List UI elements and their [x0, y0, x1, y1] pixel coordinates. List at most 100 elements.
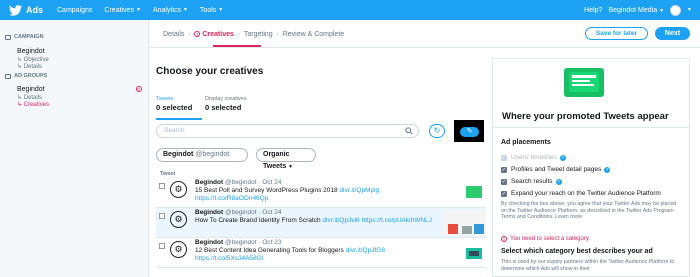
search-icon [405, 127, 413, 135]
menu-analytics[interactable]: Analytics ▼ [153, 7, 188, 14]
help-icon[interactable]: ? [559, 154, 566, 161]
new-tweet-button[interactable]: ✎ [454, 120, 484, 142]
folder-icon [5, 73, 11, 79]
check-icon: ✓ [501, 190, 507, 197]
row-checkbox[interactable] [159, 183, 165, 189]
next-button[interactable]: Next [655, 27, 690, 40]
tweet-text: 15 Best Poll and Survey WordPress Plugin… [195, 187, 338, 194]
tweet-thumbnail [444, 240, 486, 266]
tweet-text: 12 Best Content Idea Generating Tools fo… [195, 247, 344, 254]
sidebar-campaign-name[interactable]: Begindot [17, 48, 45, 55]
adgroups-section-header: AD GROUPS [5, 73, 47, 79]
avatar[interactable] [670, 4, 682, 16]
tweet-link[interactable]: https://t.co/5Xs34A58GI [195, 255, 440, 262]
sidebar-item-adgroup-details[interactable]: ↳ Details [17, 94, 42, 101]
placements-panel: Where your promoted Tweets appear Ad pla… [492, 58, 690, 277]
option-users-timelines: ✓ Users' timelines? [501, 154, 566, 161]
warning-icon: ! [194, 31, 201, 37]
tweet-link[interactable]: dlvr.it/QpJfG8 [346, 247, 385, 254]
tweet-thumbnail [444, 180, 486, 206]
save-for-later-button[interactable]: Save for later [585, 27, 648, 40]
chevron-right-icon: › [276, 31, 279, 38]
avatar: ⚙ [170, 181, 187, 198]
tweet-list: ⚙ Begindot @begindot · Oct 24 15 Best Po… [156, 178, 486, 268]
menu-campaigns[interactable]: Campaigns [57, 7, 92, 14]
top-bar: Ads Campaigns Creatives ▼ Analytics ▼ Tool… [0, 0, 700, 20]
option-search-results[interactable]: ✓ Search results? [501, 178, 562, 185]
help-icon[interactable]: ? [555, 178, 562, 185]
avatar: ⚙ [170, 241, 187, 258]
column-header-tweet: Tweet [160, 171, 176, 177]
sidebar-item-objective[interactable]: ↳ Objective [17, 56, 49, 63]
table-row[interactable]: ⚙ Begindot @begindot · Oct 24 15 Best Po… [156, 178, 486, 208]
step-targeting[interactable]: Targeting [244, 31, 273, 38]
help-link[interactable]: Help? [584, 7, 602, 14]
refresh-icon: ↻ [433, 126, 441, 135]
placement-disclaimer: By checking the box above, you agree tha… [501, 201, 677, 220]
sidebar: CAMPAIGN Begindot ↳ Objective ↳ Details … [0, 20, 149, 277]
check-icon: ✓ [501, 154, 507, 161]
tweet-link[interactable]: dlvr.it/QpMplg [339, 187, 379, 194]
tweet-author: Begindot [195, 179, 224, 186]
account-menu[interactable]: Begindot Media ▼ [608, 7, 664, 14]
option-audience-platform[interactable]: ✓ Expand your reach on the Twitter Audien… [501, 190, 661, 197]
chevron-down-icon: ▼ [136, 7, 141, 13]
account-filter[interactable]: Begindot @begindot [156, 148, 248, 162]
chevron-down-icon: ▼ [218, 7, 224, 13]
ads-logo[interactable]: Ads [9, 4, 57, 16]
tweet-author: Begindot [195, 239, 224, 246]
chevron-right-icon: › [188, 31, 191, 38]
divider [493, 127, 689, 128]
chevron-down-icon: ▼ [288, 164, 294, 170]
tweet-link[interactable]: dlvr.it/QpJvl6 [322, 217, 359, 224]
option-profiles[interactable]: ✓ Profiles and Tweet detail pages? [501, 166, 611, 173]
placements-label: Ad placements [501, 139, 551, 146]
category-alert: ! You need to select a category. [501, 236, 590, 242]
tweet-date: Oct 24 [262, 209, 282, 216]
warning-icon: ! [136, 86, 142, 92]
tweet-type-filter[interactable]: Organic Tweets ▼ [256, 148, 316, 170]
help-icon[interactable]: ? [604, 166, 611, 173]
step-details[interactable]: Details [163, 31, 184, 38]
row-checkbox[interactable] [159, 243, 165, 249]
check-icon: ✓ [501, 166, 507, 173]
menu-creatives[interactable]: Creatives ▼ [104, 7, 141, 14]
category-heading: Select which category best describes you… [501, 248, 653, 255]
tweet-text: How To Create Brand Identity From Scratc… [195, 217, 321, 224]
refresh-button[interactable]: ↻ [429, 124, 445, 138]
folder-icon [5, 34, 11, 40]
chevron-down-icon[interactable]: ▼ [687, 7, 692, 13]
table-row[interactable]: ⚙ Begindot @begindot · Oct 24 How To Cre… [156, 208, 486, 238]
tweet-link[interactable]: https://t.co/pUAkihWNLJ [361, 217, 431, 224]
table-row[interactable]: ⚙ Begindot @begindot · Oct 23 12 Best Co… [156, 238, 486, 268]
page-title: Choose your creatives [156, 66, 264, 77]
tab-underline [156, 118, 202, 120]
tweet-author: Begindot [195, 209, 224, 216]
divider [149, 47, 700, 48]
tab-display-creatives[interactable]: Display creatives 0 selected [205, 96, 247, 112]
app-name: Ads [26, 5, 44, 15]
chevron-right-icon: › [237, 31, 240, 38]
twitter-bird-icon [9, 4, 22, 16]
row-checkbox[interactable] [159, 213, 165, 219]
tab-tweets[interactable]: Tweets 0 selected [156, 96, 192, 112]
step-creatives[interactable]: ! Creatives [194, 31, 234, 38]
tweet-link[interactable]: https://t.co/R8aOOn46Qp [195, 195, 440, 202]
device-illustration-icon [564, 68, 604, 97]
panel-heading: Where your promoted Tweets appear [502, 111, 669, 122]
check-icon: ✓ [501, 178, 507, 185]
sidebar-item-creatives[interactable]: ↳ Creatives [17, 101, 49, 108]
sidebar-adgroup-name[interactable]: Begindot! [17, 86, 142, 93]
warning-icon: ! [501, 236, 507, 242]
step-nav: Details › ! Creatives › Targeting › Revi… [163, 31, 344, 38]
sidebar-item-campaign-details[interactable]: ↳ Details [17, 63, 42, 70]
chevron-down-icon: ▼ [659, 7, 665, 14]
menu-tools[interactable]: Tools ▼ [200, 7, 223, 14]
search-input[interactable]: Search [156, 124, 419, 138]
chevron-down-icon: ▼ [182, 7, 188, 13]
category-description: This is used by our supply partners with… [501, 259, 675, 272]
compose-icon: ✎ [460, 127, 479, 137]
campaign-section-header: CAMPAIGN [5, 34, 44, 40]
step-review[interactable]: Review & Complete [283, 31, 344, 38]
tweet-date: Oct 24 [262, 179, 282, 186]
